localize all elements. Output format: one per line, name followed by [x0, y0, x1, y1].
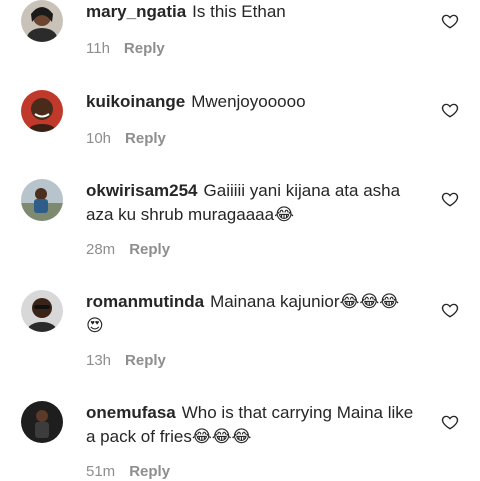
heart-outline-icon[interactable]: [441, 101, 459, 119]
avatar[interactable]: [21, 179, 63, 221]
comment-text-block: romanmutinda Mainana kajunior😂😂😂😍: [86, 290, 416, 338]
comment-meta: 28m Reply: [86, 241, 170, 258]
comment-meta: 10h Reply: [86, 130, 166, 147]
comment-timestamp[interactable]: 13h: [86, 352, 111, 369]
avatar[interactable]: [21, 0, 63, 42]
comment-text-block: onemufasa Who is that carrying Maina like…: [86, 401, 416, 449]
reply-button[interactable]: Reply: [125, 130, 166, 147]
reply-button[interactable]: Reply: [129, 463, 170, 480]
reply-button[interactable]: Reply: [124, 40, 165, 57]
comment-meta: 13h Reply: [86, 352, 166, 369]
avatar[interactable]: [21, 290, 63, 332]
avatar[interactable]: [21, 90, 63, 132]
comment-meta: 11h Reply: [86, 40, 165, 57]
heart-outline-icon[interactable]: [441, 413, 459, 431]
comment-body: Mwenjoyooooo: [191, 92, 306, 111]
comment-timestamp[interactable]: 10h: [86, 130, 111, 147]
comment-username[interactable]: mary_ngatia: [86, 2, 186, 21]
comment-meta: 51m Reply: [86, 463, 170, 480]
heart-outline-icon[interactable]: [441, 301, 459, 319]
comment-timestamp[interactable]: 11h: [86, 40, 110, 57]
heart-outline-icon[interactable]: [441, 190, 459, 208]
comment-text-block: okwirisam254 Gaiiiii yani kijana ata asha…: [86, 179, 416, 227]
comment-timestamp[interactable]: 28m: [86, 241, 115, 258]
comment-text-block: mary_ngatia Is this Ethan: [86, 0, 416, 24]
reply-button[interactable]: Reply: [125, 352, 166, 369]
reply-button[interactable]: Reply: [129, 241, 170, 258]
comment-username[interactable]: romanmutinda: [86, 292, 204, 311]
comment-timestamp[interactable]: 51m: [86, 463, 115, 480]
comment-username[interactable]: kuikoinange: [86, 92, 185, 111]
comment-body: Is this Ethan: [192, 2, 286, 21]
heart-outline-icon[interactable]: [441, 12, 459, 30]
avatar[interactable]: [21, 401, 63, 443]
comment-username[interactable]: onemufasa: [86, 403, 176, 422]
comment-text-block: kuikoinange Mwenjoyooooo: [86, 90, 416, 114]
comment-username[interactable]: okwirisam254: [86, 181, 198, 200]
